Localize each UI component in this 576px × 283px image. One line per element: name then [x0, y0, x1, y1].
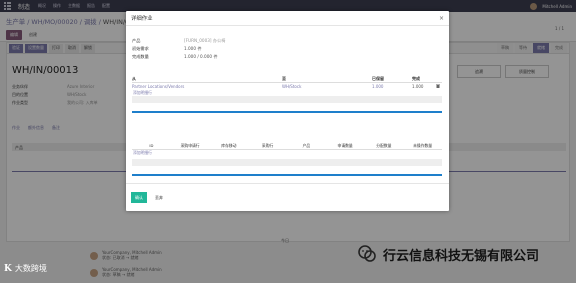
product-value: [FURN_0003] 办公椅 — [184, 38, 226, 43]
wechat-icon — [356, 243, 378, 265]
detailed-operations-dialog: 详细作业 × 产品 [FURN_0003] 办公椅 初始需求 1.000 件 完… — [126, 11, 449, 211]
column-reserved: 已保留 — [372, 76, 384, 81]
watermark-right-text: 行云信息科技无锡有限公司 — [383, 248, 540, 264]
move-lines-table: 从 至 已保留 完成 Partner Locations/Vendors WH/… — [132, 76, 442, 113]
column-to: 至 — [282, 76, 286, 81]
table-header: ID 采购申请行 库存移动 采购行 产品 申请数量 分配数量 未操作数量 — [132, 142, 442, 150]
column-requested-qty: 申请数量 — [337, 142, 353, 148]
quantity-done-field: 完成数量 1.000 / 0.000 件 — [132, 54, 218, 59]
column-purchase-line: 采购行 — [261, 142, 274, 148]
empty-row — [132, 159, 442, 166]
column-pending-qty: 未操作数量 — [413, 142, 433, 148]
section-divider — [132, 111, 442, 113]
lines-table: ID 采购申请行 库存移动 采购行 产品 申请数量 分配数量 未操作数量 添加明… — [132, 142, 442, 176]
column-allocated-qty: 分配数量 — [376, 142, 392, 148]
column-from: 从 — [132, 76, 136, 81]
trash-icon[interactable] — [436, 84, 442, 90]
dialog-body: 产品 [FURN_0003] 办公椅 初始需求 1.000 件 完成数量 1.0… — [126, 26, 449, 183]
column-product: 产品 — [302, 142, 311, 148]
watermark-right: 行云信息科技无锡有限公司 — [356, 243, 539, 265]
cell-from: Partner Locations/Vendors — [132, 84, 185, 89]
watermark-left-text: 大数跨境 — [14, 264, 47, 273]
quantity-done-value[interactable]: 1.000 / 0.000 件 — [184, 54, 218, 60]
column-done: 完成 — [412, 76, 420, 81]
column-id: ID — [149, 143, 154, 148]
watermark-logo-icon: K — [4, 263, 12, 274]
initial-demand-field: 初始需求 1.000 件 — [132, 46, 202, 51]
cell-done[interactable]: 1.000 — [412, 84, 436, 89]
table-row[interactable]: Partner Locations/Vendors WH/Stock 1.000… — [132, 83, 442, 90]
empty-row — [132, 96, 442, 103]
product-field: 产品 [FURN_0003] 办公椅 — [132, 38, 226, 43]
close-icon[interactable]: × — [439, 15, 444, 22]
confirm-button[interactable]: 确认 — [131, 192, 147, 203]
cell-reserved: 1.000 — [372, 84, 384, 89]
discard-button[interactable]: 丢弃 — [151, 192, 167, 203]
dialog-header: 详细作业 × — [126, 11, 449, 26]
cell-to: WH/Stock — [282, 84, 302, 89]
section-divider — [132, 174, 442, 176]
table-header: 从 至 已保留 完成 — [132, 76, 442, 83]
dialog-footer: 确认 丢弃 — [126, 183, 449, 211]
dialog-title: 详细作业 — [131, 16, 153, 22]
column-requisition-line: 采购申请行 — [180, 142, 200, 148]
initial-demand-value: 1.000 件 — [184, 46, 202, 51]
watermark-left: K 大数跨境 — [4, 263, 47, 274]
column-stock-move: 库存移动 — [221, 142, 237, 148]
